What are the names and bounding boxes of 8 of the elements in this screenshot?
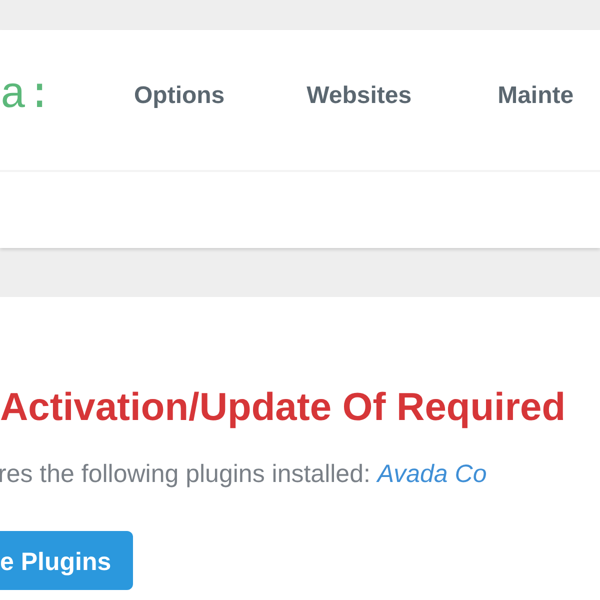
install-plugins-button[interactable]: e Plugins bbox=[0, 531, 134, 590]
nav-link[interactable]: Mainte bbox=[498, 78, 574, 114]
logo: a: bbox=[0, 74, 54, 118]
plugin-link[interactable]: Avada Co bbox=[377, 460, 487, 488]
notice-title: Activation/Update Of Required bbox=[0, 385, 566, 431]
nav-link[interactable]: Options bbox=[134, 78, 225, 114]
nav-link[interactable]: Websites bbox=[306, 78, 412, 114]
notice-text: res the following plugins installed: Avada Co bbox=[0, 458, 488, 490]
